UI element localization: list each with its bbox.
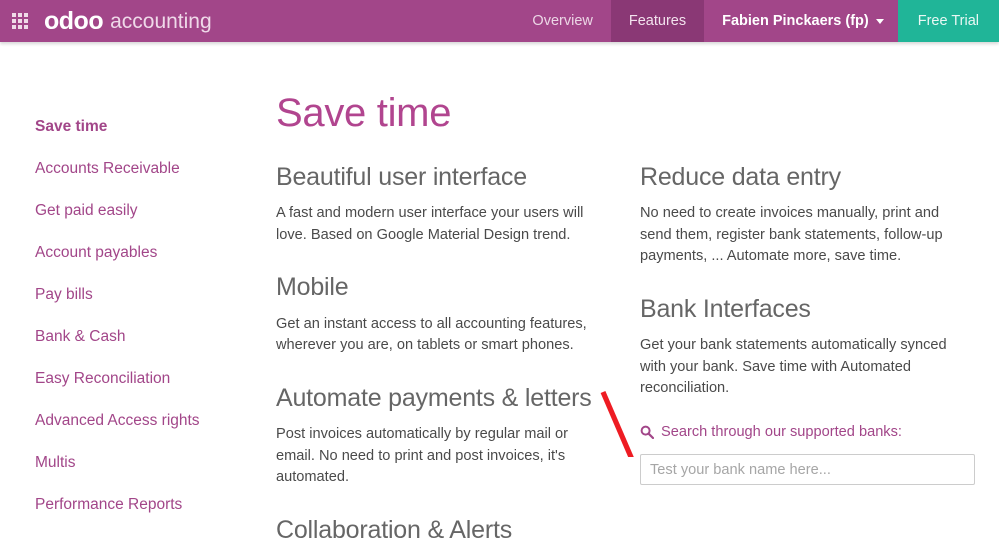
nav-link-overview[interactable]: Overview (514, 0, 610, 42)
navbar-right-group: Overview Features Fabien Pinckaers (fp) … (514, 0, 999, 42)
feature-column-right: Reduce data entry No need to create invo… (614, 162, 975, 556)
feature-collaboration-and-alerts: Collaboration & Alerts (276, 515, 614, 546)
nav-link-features[interactable]: Features (610, 0, 705, 42)
user-menu-label: Fabien Pinckaers (fp) (722, 13, 869, 29)
search-icon (640, 425, 654, 440)
user-menu-dropdown[interactable]: Fabien Pinckaers (fp) (704, 0, 898, 42)
feature-heading: Collaboration & Alerts (276, 515, 513, 544)
free-trial-button[interactable]: Free Trial (897, 0, 999, 42)
sidebar-item-bank-and-cash[interactable]: Bank & Cash (0, 316, 250, 358)
odoo-logo: odoo (44, 6, 104, 35)
feature-column-left: Beautiful user interface A fast and mode… (250, 162, 614, 556)
sidebar-item-accounts-receivable[interactable]: Accounts Receivable (0, 148, 250, 190)
feature-reduce-data-entry: Reduce data entry No need to create invo… (640, 162, 974, 268)
brand[interactable]: odoo accounting (36, 0, 212, 42)
apps-grid-icon[interactable] (0, 0, 36, 42)
sidebar-item-performance-reports[interactable]: Performance Reports (0, 484, 250, 526)
sidebar-item-save-time[interactable]: Save time (0, 106, 250, 148)
feature-automate-payments-and-letters: Automate payments & letters Post invoice… (276, 383, 614, 489)
top-navbar: odoo accounting Overview Features Fabien… (0, 0, 999, 42)
feature-bank-interfaces: Bank Interfaces Get your bank statements… (640, 294, 974, 400)
feature-body: Get an instant access to all accounting … (276, 315, 587, 354)
page-title: Save time (276, 91, 452, 135)
sidebar-item-advanced-access-rights[interactable]: Advanced Access rights (0, 400, 250, 442)
feature-heading: Mobile (276, 273, 349, 302)
sidebar-item-account-payables[interactable]: Account payables (0, 232, 250, 274)
grid-glyph (12, 13, 28, 29)
feature-columns: Beautiful user interface A fast and mode… (250, 162, 999, 556)
feature-body: Post invoices automatically by regular m… (276, 426, 568, 486)
feature-body: No need to create invoices manually, pri… (640, 205, 943, 265)
chevron-down-icon (875, 18, 884, 24)
sidebar-item-pay-bills[interactable]: Pay bills (0, 274, 250, 316)
bank-search-link-label: Search through our supported banks: (661, 424, 902, 441)
bank-search-input[interactable] (640, 454, 975, 486)
feature-body: Get your bank statements automatically s… (640, 337, 947, 397)
feature-mobile: Mobile Get an instant access to all acco… (276, 272, 614, 356)
bank-search-link[interactable]: Search through our supported banks: (640, 424, 974, 440)
feature-heading: Automate payments & letters (276, 383, 592, 412)
feature-beautiful-user-interface: Beautiful user interface A fast and mode… (276, 162, 614, 246)
sidebar-item-multis[interactable]: Multis (0, 442, 250, 484)
feature-heading: Reduce data entry (640, 163, 841, 191)
page-body: Save time Accounts Receivable Get paid e… (0, 42, 999, 544)
feature-heading: Beautiful user interface (276, 163, 527, 191)
brand-app-name: accounting (110, 9, 212, 33)
feature-body: A fast and modern user interface your us… (276, 205, 584, 243)
sidebar-nav: Save time Accounts Receivable Get paid e… (0, 42, 250, 526)
sidebar-item-easy-reconciliation[interactable]: Easy Reconciliation (0, 358, 250, 400)
main-content: Save time Beautiful user interface A fas… (250, 42, 999, 556)
sidebar-item-get-paid-easily[interactable]: Get paid easily (0, 190, 250, 232)
feature-heading: Bank Interfaces (640, 295, 811, 324)
